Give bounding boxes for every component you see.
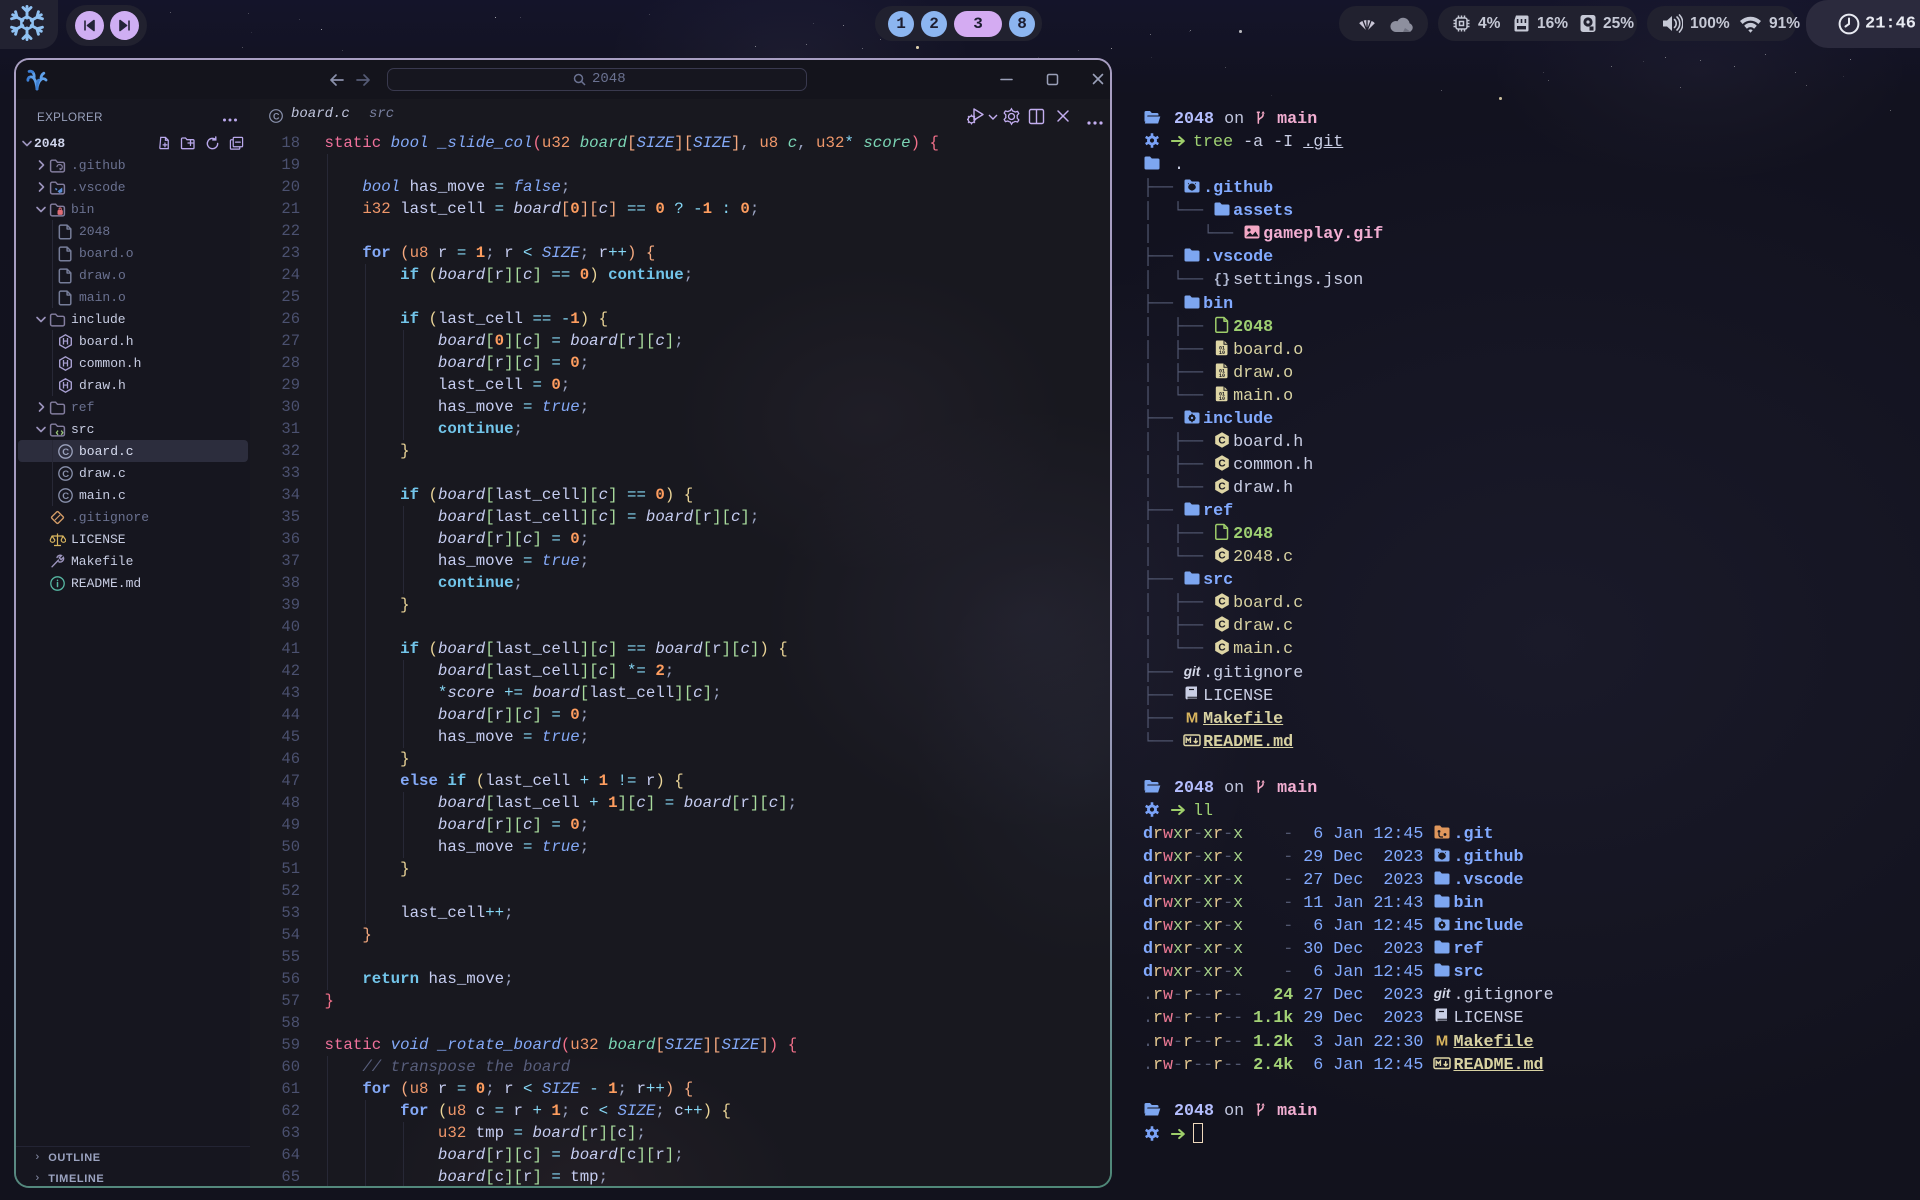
svg-text:C: C	[62, 491, 69, 502]
svg-text:C: C	[62, 469, 69, 480]
svg-text:H: H	[62, 380, 69, 390]
svg-text:H: H	[62, 336, 69, 346]
svg-text:C: C	[273, 111, 280, 121]
svg-text:C: C	[62, 447, 69, 458]
svg-text:H: H	[62, 358, 69, 368]
